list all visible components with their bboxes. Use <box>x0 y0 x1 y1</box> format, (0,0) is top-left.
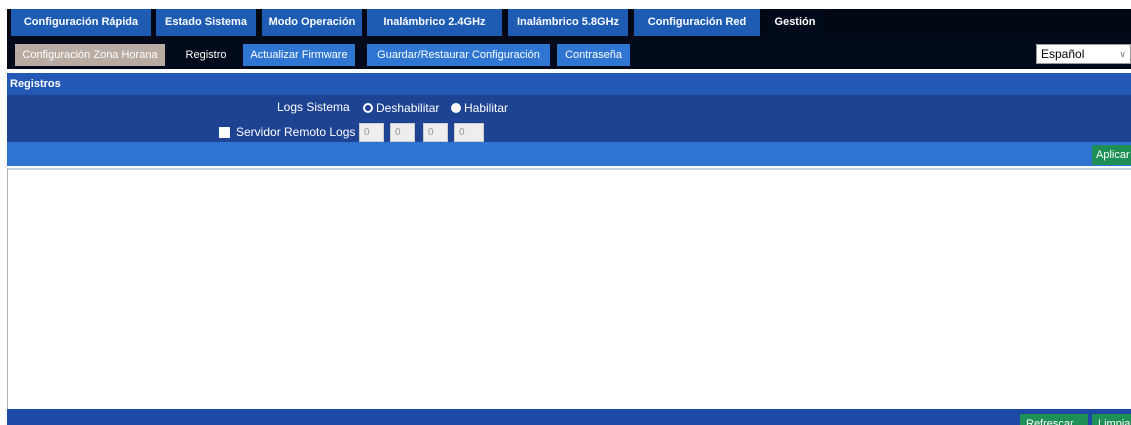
tab-inalambrico-24[interactable]: Inalámbrico 2.4GHz <box>367 9 502 36</box>
tab-configuracion-red[interactable]: Configuración Red <box>634 9 760 36</box>
subtab-contrasena[interactable]: Contraseña <box>557 44 630 66</box>
radio-deshabilitar[interactable] <box>363 103 373 113</box>
subtab-actualizar-firmware[interactable]: Actualizar Firmware <box>243 44 355 66</box>
section-title: Registros <box>7 73 1131 95</box>
ip-octet-2[interactable]: 0 <box>390 123 415 142</box>
remote-logs-checkbox[interactable] <box>219 127 230 138</box>
habilitar-label: Habilitar <box>464 101 509 115</box>
refresh-button[interactable]: Refrescar <box>1020 414 1088 425</box>
language-select[interactable]: Español ∨ <box>1036 44 1131 64</box>
tab-configuracion-rapida[interactable]: Configuración Rápida <box>11 9 151 36</box>
logs-sistema-label: Logs Sistema <box>277 100 350 114</box>
deshabilitar-label: Deshabilitar <box>376 101 440 115</box>
subtab-guardar-restaurar[interactable]: Guardar/Restaurar Configuración <box>367 44 550 66</box>
clear-button[interactable]: Limpiar <box>1092 414 1131 425</box>
radio-habilitar[interactable] <box>451 103 461 113</box>
tab-inalambrico-58[interactable]: Inalámbrico 5.8GHz <box>508 9 628 36</box>
tab-gestion[interactable]: Gestión <box>765 9 825 36</box>
apply-strip <box>7 142 1131 166</box>
apply-button[interactable]: Aplicar <box>1092 145 1131 165</box>
tab-estado-sistema[interactable]: Estado Sistema <box>156 9 256 36</box>
bottom-bar <box>7 409 1131 425</box>
ip-octet-4[interactable]: 0 <box>454 123 484 142</box>
ip-octet-3[interactable]: 0 <box>423 123 448 142</box>
chevron-down-icon: ∨ <box>1119 49 1126 59</box>
language-value: Español <box>1041 47 1085 61</box>
ip-octet-1[interactable]: 0 <box>359 123 384 142</box>
log-settings-panel <box>7 95 1131 142</box>
tab-modo-operacion[interactable]: Modo Operación <box>262 9 362 36</box>
subtab-registro[interactable]: Registro <box>176 44 236 66</box>
log-textarea[interactable] <box>7 168 1131 409</box>
subtab-zona-horaria[interactable]: Configuración Zona Horana <box>15 44 165 66</box>
servidor-remoto-label: Servidor Remoto Logs <box>236 125 356 139</box>
